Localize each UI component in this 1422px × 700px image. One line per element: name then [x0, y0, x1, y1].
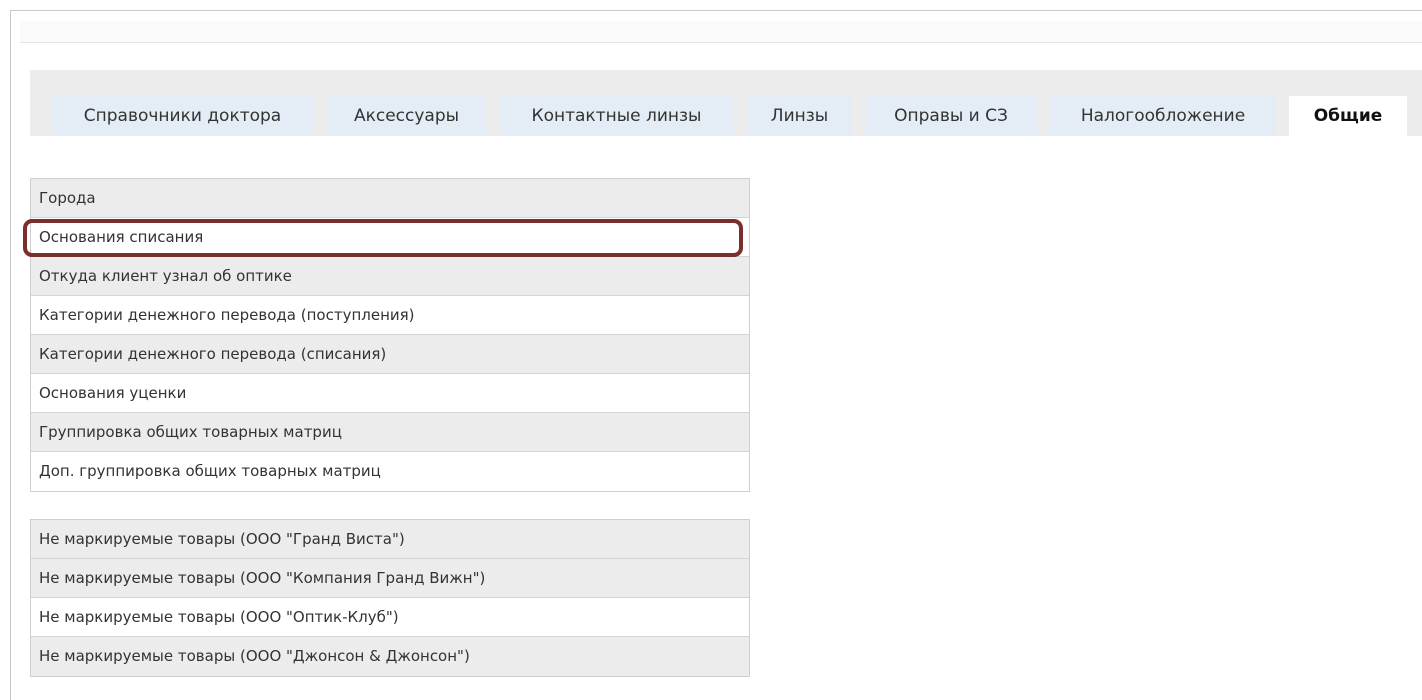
- list-item-unmarked-grand-vision[interactable]: Не маркируемые товары (ООО "Компания Гра…: [31, 559, 749, 598]
- list-item-matrix-grouping[interactable]: Группировка общих товарных матриц: [31, 413, 749, 452]
- list-item-writeoff-reasons[interactable]: Основания списания: [31, 218, 749, 257]
- unmarked-goods-list: Не маркируемые товары (ООО "Гранд Виста"…: [30, 519, 750, 677]
- list-item-transfer-categories-income[interactable]: Категории денежного перевода (поступлени…: [31, 296, 749, 335]
- tab-accessories[interactable]: Аксессуары: [327, 96, 486, 136]
- tab-bar: Справочники доктора Аксессуары Контактны…: [30, 70, 1422, 136]
- list-item-unmarked-johnson[interactable]: Не маркируемые товары (ООО "Джонсон & Дж…: [31, 637, 749, 676]
- tab-lenses[interactable]: Линзы: [747, 96, 852, 136]
- list-item-transfer-categories-writeoff[interactable]: Категории денежного перевода (списания): [31, 335, 749, 374]
- tab-general[interactable]: Общие: [1289, 96, 1407, 136]
- tab-taxation[interactable]: Налогообложение: [1050, 96, 1276, 136]
- list-item-unmarked-grand-vista[interactable]: Не маркируемые товары (ООО "Гранд Виста"…: [31, 520, 749, 559]
- list-item-unmarked-optic-club[interactable]: Не маркируемые товары (ООО "Оптик-Клуб"): [31, 598, 749, 637]
- tab-doctor-directories[interactable]: Справочники доктора: [51, 96, 314, 136]
- tab-contact-lenses[interactable]: Контактные линзы: [499, 96, 734, 136]
- general-directories-list: Города Основания списания Откуда клиент …: [30, 178, 750, 492]
- list-item-client-source[interactable]: Откуда клиент узнал об оптике: [31, 257, 749, 296]
- list-item-markdown-reasons[interactable]: Основания уценки: [31, 374, 749, 413]
- list-item-cities[interactable]: Города: [31, 179, 749, 218]
- tab-frames[interactable]: Оправы и СЗ: [865, 96, 1037, 136]
- top-strip: [20, 21, 1422, 43]
- list-item-extra-matrix-grouping[interactable]: Доп. группировка общих товарных матриц: [31, 452, 749, 491]
